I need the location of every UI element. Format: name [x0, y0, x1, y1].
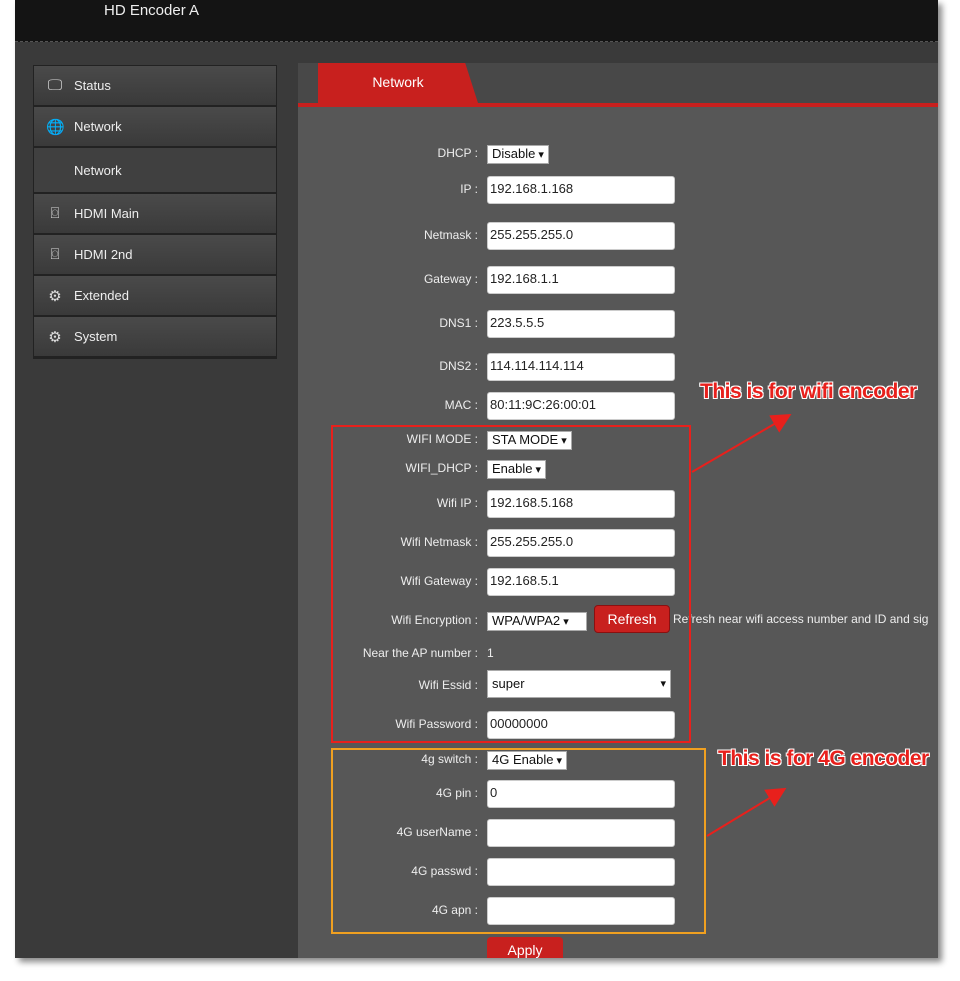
annotation-arrows — [691, 413, 792, 837]
wifi-arrow — [691, 413, 792, 473]
4g-arrow — [706, 787, 787, 837]
